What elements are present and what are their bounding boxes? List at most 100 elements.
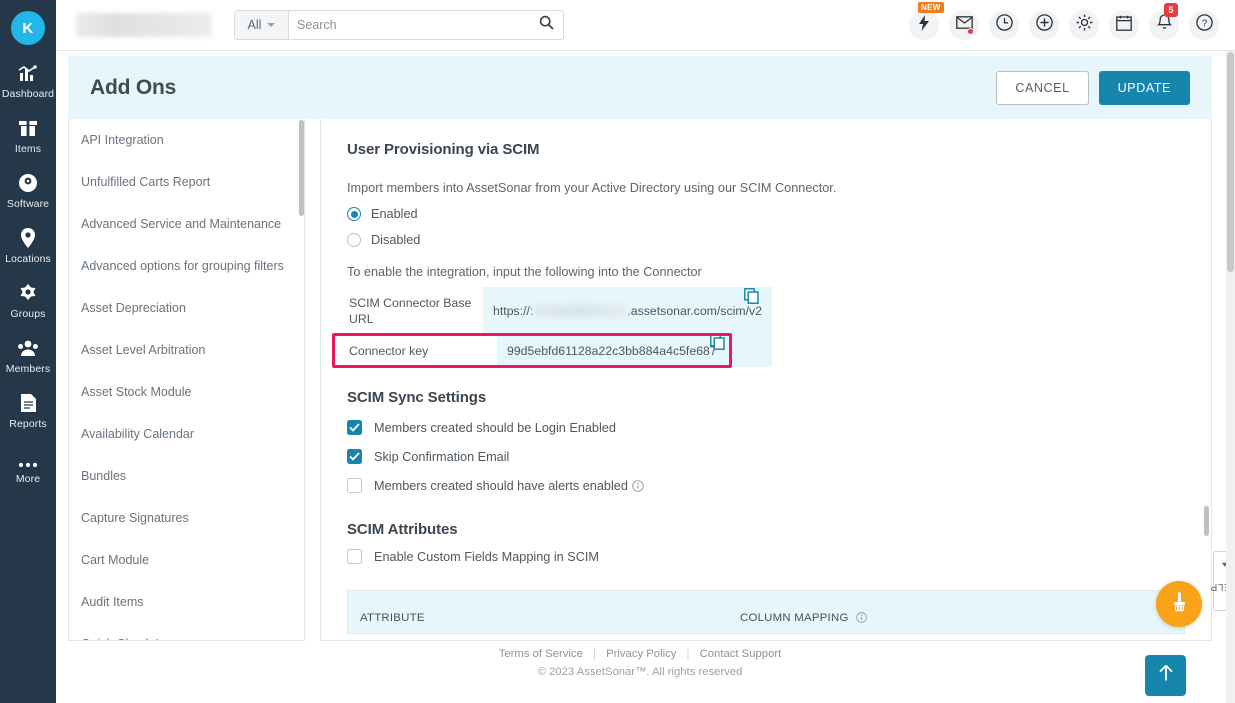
addon-list-item[interactable]: Availability Calendar xyxy=(69,413,304,455)
new-badge: NEW xyxy=(918,2,944,13)
sidebar-item-software[interactable]: Software xyxy=(0,173,56,210)
cancel-button[interactable]: CANCEL xyxy=(996,70,1089,105)
lightning-icon-button[interactable]: NEW xyxy=(909,2,944,40)
base-url-redacted xyxy=(534,305,627,317)
checkbox-custom-fields-mapping-control[interactable] xyxy=(347,549,362,564)
content-scrollbar[interactable] xyxy=(1204,506,1209,536)
checkbox-login-enabled[interactable]: Members created should be Login Enabled xyxy=(347,420,1185,435)
addon-list-item[interactable]: API Integration xyxy=(69,119,304,161)
addon-list-item[interactable]: Advanced options for grouping filters xyxy=(69,245,304,287)
avatar[interactable]: K xyxy=(11,11,45,45)
checkbox-skip-confirmation-label: Skip Confirmation Email xyxy=(374,449,510,464)
sidebar-item-locations[interactable]: Locations xyxy=(0,228,56,265)
flower-icon xyxy=(18,283,38,303)
sidebar-item-items[interactable]: Items xyxy=(0,118,56,155)
gear-icon xyxy=(1076,14,1093,36)
addon-list-item[interactable]: Audit Items xyxy=(69,581,304,623)
addons-list-panel[interactable]: API Integration Unfulfilled Carts Report… xyxy=(68,119,305,641)
sidebar-item-members[interactable]: Members xyxy=(0,338,56,375)
addon-list-item[interactable]: Asset Level Arbitration xyxy=(69,329,304,371)
contact-support-link[interactable]: Contact Support xyxy=(700,648,782,660)
checkbox-alerts-enabled[interactable]: Members created should have alerts enabl… xyxy=(347,478,1185,493)
sidebar-item-label: Dashboard xyxy=(1,88,55,100)
update-button[interactable]: UPDATE xyxy=(1098,70,1190,105)
addon-list-item[interactable]: Capture Signatures xyxy=(69,497,304,539)
sidebar-item-reports[interactable]: Reports xyxy=(0,393,56,430)
search-category-dropdown[interactable]: All xyxy=(235,11,289,39)
checkbox-alerts-enabled-control[interactable] xyxy=(347,478,362,493)
attributes-heading: SCIM Attributes xyxy=(347,521,458,538)
checkbox-login-enabled-control[interactable] xyxy=(347,420,362,435)
bell-icon-button[interactable]: 5 xyxy=(1149,3,1179,40)
arrow-up-icon xyxy=(1158,664,1174,687)
info-icon[interactable] xyxy=(632,479,644,492)
search-category-label: All xyxy=(247,18,262,32)
addon-list-item[interactable]: Asset Stock Module xyxy=(69,371,304,413)
page-title: Add Ons xyxy=(90,75,177,99)
addon-list-item[interactable]: Unfulfilled Carts Report xyxy=(69,161,304,203)
checkbox-custom-fields-mapping-label: Enable Custom Fields Mapping in SCIM xyxy=(374,549,599,564)
checkbox-custom-fields-mapping[interactable]: Enable Custom Fields Mapping in SCIM xyxy=(347,549,1185,564)
search-input[interactable] xyxy=(289,11,529,39)
app-root: K Dashboard Items Software Locations Gro… xyxy=(0,0,1235,703)
addons-list-scrollbar[interactable] xyxy=(299,120,304,216)
addon-list-item[interactable]: Quick Check In xyxy=(69,623,304,640)
column-header-mapping: COLUMN MAPPING xyxy=(740,612,867,624)
box-icon xyxy=(18,118,38,138)
base-url-prefix: https://: xyxy=(493,304,534,318)
radio-enabled[interactable]: Enabled xyxy=(347,207,1185,221)
checkbox-skip-confirmation[interactable]: Skip Confirmation Email xyxy=(347,449,1185,464)
chart-bars-icon xyxy=(18,63,39,83)
scim-description: Import members into AssetSonar from your… xyxy=(347,181,837,195)
top-bar: All NEW xyxy=(56,0,1235,51)
primary-sidebar: K Dashboard Items Software Locations Gro… xyxy=(0,0,56,703)
help-icon-button[interactable]: ? xyxy=(1189,10,1219,40)
base-url-label: SCIM Connector Base URL xyxy=(349,296,472,326)
disc-icon xyxy=(18,173,38,193)
terms-of-service-link[interactable]: Terms of Service xyxy=(499,648,583,660)
unread-indicator xyxy=(967,28,974,35)
sync-settings-options: Members created should be Login Enabled … xyxy=(347,420,1185,493)
report-icon xyxy=(20,393,37,413)
copy-base-url-button[interactable] xyxy=(744,288,759,309)
connector-key-row: Connector key 99d5ebfd61128a22c3bb884a4c… xyxy=(347,335,772,367)
addon-list-item[interactable]: Advanced Service and Maintenance xyxy=(69,203,304,245)
privacy-policy-link[interactable]: Privacy Policy xyxy=(606,648,676,660)
sidebar-item-label: Groups xyxy=(10,308,46,320)
addon-list-item[interactable]: Bundles xyxy=(69,455,304,497)
page-header: Add Ons CANCEL UPDATE xyxy=(68,56,1212,119)
footer-separator: | xyxy=(686,648,690,660)
info-icon[interactable] xyxy=(856,612,867,624)
scroll-to-top-button[interactable] xyxy=(1145,655,1186,696)
radio-enabled-label: Enabled xyxy=(371,207,418,221)
copy-connector-key-button[interactable] xyxy=(710,334,725,355)
page-scrollbar-thumb[interactable] xyxy=(1227,52,1234,272)
footer-links: Terms of Service | Privacy Policy | Cont… xyxy=(68,648,1212,660)
sidebar-item-groups[interactable]: Groups xyxy=(0,283,56,320)
sidebar-item-dashboard[interactable]: Dashboard xyxy=(0,63,56,100)
sidebar-item-label: Items xyxy=(14,143,42,155)
radio-enabled-control[interactable] xyxy=(347,207,361,221)
clock-icon-button[interactable] xyxy=(989,10,1019,40)
connector-key-value: 99d5ebfd61128a22c3bb884a4c5fe687 xyxy=(497,335,772,367)
checkbox-skip-confirmation-control[interactable] xyxy=(347,449,362,464)
radio-disabled[interactable]: Disabled xyxy=(347,233,1185,247)
mail-icon-button[interactable] xyxy=(949,10,979,40)
people-icon xyxy=(17,338,39,358)
addon-list-item[interactable]: Cart Module xyxy=(69,539,304,581)
connector-key-label: Connector key xyxy=(349,344,429,358)
calendar-icon xyxy=(1116,15,1132,36)
sidebar-item-more[interactable]: More xyxy=(0,448,56,485)
map-pin-icon xyxy=(20,228,36,248)
search-button[interactable] xyxy=(529,11,563,39)
bell-icon xyxy=(1156,14,1172,36)
base-url-suffix: .assetsonar.com/scim/v2 xyxy=(627,304,762,318)
paintbrush-fab-button[interactable] xyxy=(1156,581,1202,627)
addon-list-item[interactable]: Asset Depreciation xyxy=(69,287,304,329)
footer-separator: | xyxy=(593,648,596,660)
radio-disabled-control[interactable] xyxy=(347,233,361,247)
plus-circle-icon-button[interactable] xyxy=(1029,10,1059,40)
gear-icon-button[interactable] xyxy=(1069,10,1099,40)
copyright-text: © 2023 AssetSonar™. All rights reserved xyxy=(537,666,743,678)
calendar-icon-button[interactable] xyxy=(1109,10,1139,40)
